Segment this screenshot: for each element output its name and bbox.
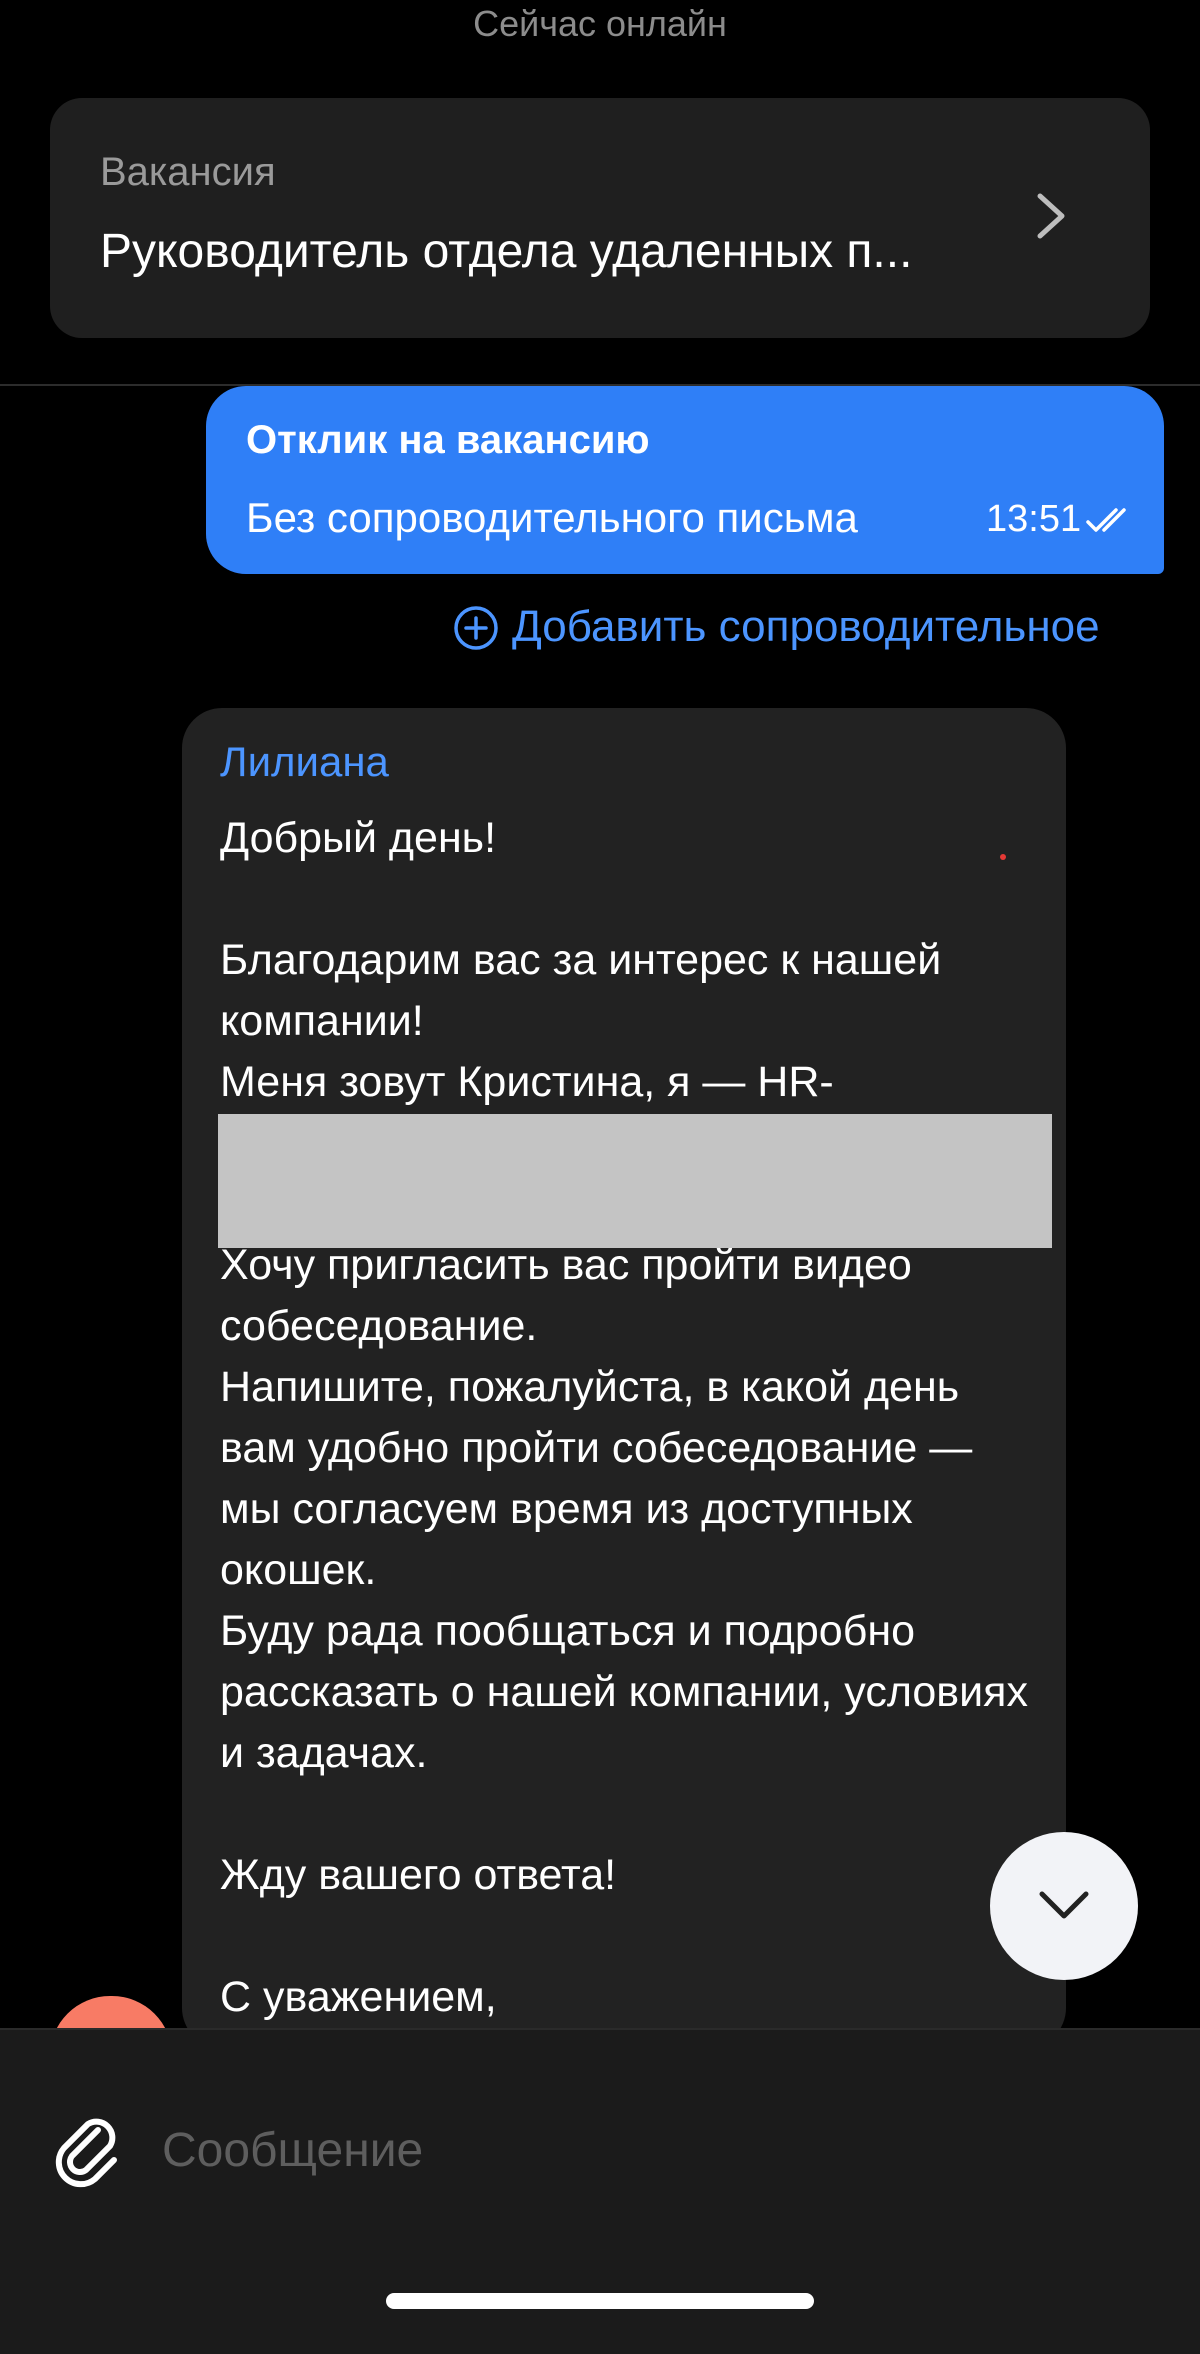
online-status: Сейчас онлайн [473, 3, 727, 44]
redaction-block [218, 1114, 1052, 1248]
message-line: Напишите, пожалуйста, в какой день вам у… [220, 1363, 973, 1594]
double-check-icon [1086, 508, 1126, 532]
sent-message-bubble[interactable]: Отклик на вакансию Без сопроводительного… [206, 386, 1164, 574]
red-dot [1000, 854, 1006, 860]
message-line: Хочу пригласить вас пройти видео собесед… [220, 1241, 912, 1350]
scroll-down-button[interactable] [990, 1832, 1138, 1980]
message-line [220, 869, 1040, 930]
vacancy-label: Вакансия [100, 150, 276, 194]
message-line: Жду вашего ответа! [220, 1851, 617, 1899]
message-line [220, 1906, 1040, 1967]
chevron-down-icon [1039, 1891, 1089, 1919]
sent-message-body: Без сопроводительного письма [246, 494, 858, 541]
chat-header: Сейчас онлайн Вакансия Руководитель отде… [0, 0, 1200, 384]
message-input[interactable] [160, 2114, 1144, 2186]
vacancy-title: Руководитель отдела удаленных п... [100, 225, 913, 278]
add-cover-letter-label: Добавить сопроводительное [512, 602, 1100, 651]
paperclip-icon[interactable] [52, 2110, 122, 2190]
message-line: С уважением, [220, 1973, 497, 2021]
message-line: Добрый день! [220, 814, 497, 862]
received-message-text: Добрый день! Благодарим вас за интерес к… [220, 808, 1040, 2028]
message-line: Буду рада пообщаться и подробно рассказа… [220, 1607, 1028, 1777]
vacancy-card[interactable]: Вакансия Руководитель отдела удаленных п… [50, 98, 1150, 338]
sent-message-time: 13:51 [986, 498, 1082, 540]
message-line: Благодарим вас за интерес к нашей компан… [220, 936, 942, 1045]
sender-name: Лилиана [220, 738, 389, 785]
received-message-bubble[interactable]: Лилиана Добрый день! Благодарим вас за и… [182, 708, 1066, 2048]
message-line: Меня зовут Кристина, я — HR- [220, 1058, 834, 1106]
sent-message-title: Отклик на вакансию [246, 418, 650, 462]
add-cover-letter-button[interactable]: Добавить сопроводительное [452, 602, 1162, 654]
plus-circle-icon [454, 606, 498, 650]
home-indicator [386, 2293, 814, 2309]
chevron-right-icon [1037, 193, 1065, 239]
message-line [220, 1784, 1040, 1845]
